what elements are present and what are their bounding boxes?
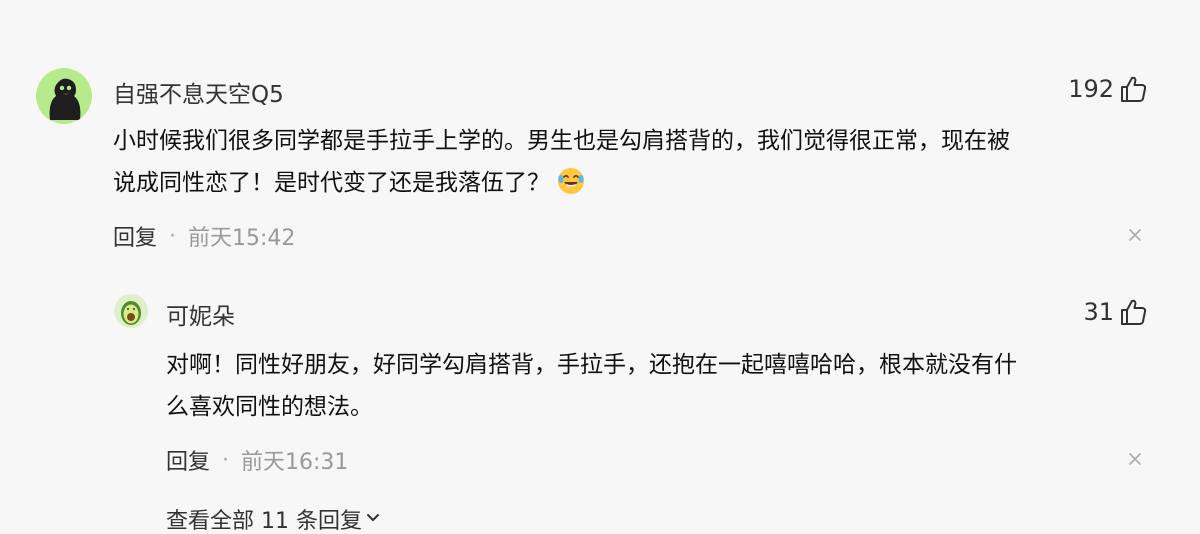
reply-text: 对啊！同性好朋友，好同学勾肩搭背，手拉手，还抱在一起嘻嘻哈哈，根本就没有什 么喜… xyxy=(166,344,1156,428)
reply-button[interactable]: 回复 xyxy=(166,444,210,476)
reply-text-line: 么喜欢同性的想法。 xyxy=(166,394,373,420)
comment-text-line: 小时候我们很多同学都是手拉手上学的。男生也是勾肩搭背的，我们觉得很正常，现在被 xyxy=(113,128,1010,154)
reply-button[interactable]: 回复 xyxy=(113,220,157,252)
timestamp: 前天16:31 xyxy=(241,450,349,475)
view-all-replies-label: 查看全部 11 条回复 xyxy=(166,509,362,534)
thumbs-up-icon[interactable] xyxy=(1118,74,1148,104)
reply-text-line: 对啊！同性好朋友，好同学勾肩搭背，手拉手，还抱在一起嘻嘻哈哈，根本就没有什 xyxy=(166,352,1017,378)
username[interactable]: 自强不息天空Q5 xyxy=(113,75,284,109)
comment-text-line-2: 说成同性恋了！是时代变了还是我落伍了？ xyxy=(113,170,550,196)
close-icon[interactable] xyxy=(1124,448,1146,470)
reply-meta: 回复 · 前天16:31 xyxy=(166,444,348,476)
thumbs-up-icon[interactable] xyxy=(1118,297,1148,327)
reply-like-button[interactable]: 31 xyxy=(1083,297,1148,327)
reply-username[interactable]: 可妮朵 xyxy=(166,297,235,331)
separator-dot: · xyxy=(169,223,177,249)
separator-dot: · xyxy=(222,447,230,473)
comment-meta: 回复 · 前天15:42 xyxy=(113,220,295,252)
reply-avatar[interactable] xyxy=(114,294,148,328)
comment-text: 小时候我们很多同学都是手拉手上学的。男生也是勾肩搭背的，我们觉得很正常，现在被 … xyxy=(113,120,1153,204)
view-all-replies-button[interactable]: 查看全部 11 条回复 xyxy=(166,503,382,534)
avatar[interactable] xyxy=(36,68,92,124)
comment-text-line: 说成同性恋了！是时代变了还是我落伍了？ xyxy=(113,162,1153,204)
like-button[interactable]: 192 xyxy=(1068,74,1148,104)
chevron-down-icon xyxy=(364,507,382,532)
reply-like-count: 31 xyxy=(1083,298,1114,326)
timestamp: 前天15:42 xyxy=(188,226,296,251)
laughing-tears-emoji-icon xyxy=(556,166,586,196)
like-count: 192 xyxy=(1068,75,1114,103)
close-icon[interactable] xyxy=(1124,224,1146,246)
comment-thread: 自强不息天空Q5 192 小时候我们很多同学都是手拉手上学的。男生也是勾肩搭背的… xyxy=(0,0,1200,534)
